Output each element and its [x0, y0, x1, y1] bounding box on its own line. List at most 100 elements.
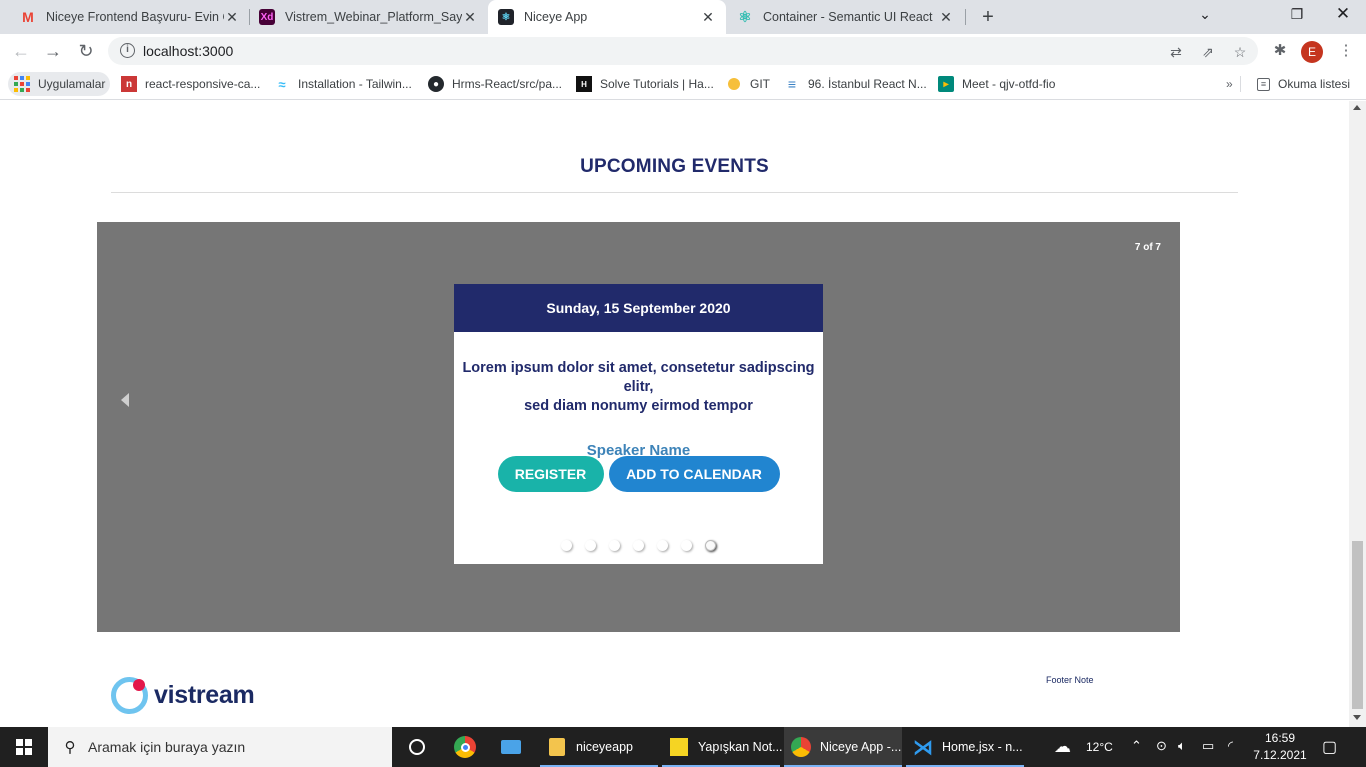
bookmark-tailwind[interactable]: ≈ Installation - Tailwin... — [274, 74, 412, 94]
carousel-dot[interactable] — [585, 540, 596, 551]
bookmark-label: Installation - Tailwin... — [298, 77, 412, 91]
carousel-dot-active[interactable] — [705, 540, 716, 551]
restore-window-icon[interactable]: ❐ — [1274, 0, 1320, 30]
chrome-icon[interactable] — [452, 727, 478, 767]
taskbar-app-label: Yapışkan Not... — [698, 740, 783, 754]
taskbar-app-label: niceyeapp — [576, 740, 633, 754]
clock-time[interactable]: 16:59 — [1254, 731, 1306, 745]
github-icon: ● — [428, 76, 444, 92]
taskbar-app-vscode[interactable]: ⋊ Home.jsx - n... — [906, 727, 1024, 767]
tab-search-chevron-icon[interactable]: ⌄ — [1182, 0, 1228, 30]
event-card: Sunday, 15 September 2020 Lorem ipsum do… — [454, 284, 823, 564]
bookmark-solve-tutorials[interactable]: H Solve Tutorials | Ha... — [576, 74, 714, 94]
scroll-down-icon[interactable] — [1353, 715, 1361, 720]
adobe-xd-icon: Xd — [259, 9, 275, 25]
scroll-up-icon[interactable] — [1353, 105, 1361, 110]
bookmark-apps[interactable]: Uygulamalar — [14, 74, 105, 94]
clock-date[interactable]: 7.12.2021 — [1250, 748, 1310, 762]
weather-cloud-icon[interactable]: ☁ — [1054, 737, 1071, 757]
taskbar-app-label: Home.jsx - n... — [942, 740, 1023, 754]
taskbar-app-explorer[interactable]: niceyeapp — [540, 727, 658, 767]
prev-arrow-icon[interactable] — [121, 393, 129, 407]
reload-icon[interactable]: ↻ — [74, 39, 98, 63]
page-scrollbar[interactable] — [1349, 101, 1366, 727]
browser-tab-semantic[interactable]: ⚛ Container - Semantic UI React ✕ — [726, 0, 964, 34]
browser-tab-niceye[interactable]: ⚛ Niceye App ✕ — [488, 0, 726, 34]
start-button[interactable] — [0, 727, 48, 767]
wifi-icon[interactable]: ◜ — [1228, 738, 1233, 754]
taskbar-search[interactable]: ⚲ Aramak için buraya yazın — [48, 727, 392, 767]
browser-tab-strip: M Niceye Frontend Başvuru- Evin Ö ✕ Xd V… — [0, 0, 1366, 34]
carousel-dot[interactable] — [633, 540, 644, 551]
event-description: Lorem ipsum dolor sit amet, consetetur s… — [454, 359, 823, 416]
bookmark-star-icon[interactable]: ☆ — [1232, 44, 1248, 60]
close-icon[interactable]: ✕ — [462, 9, 478, 26]
bookmarks-bar: Uygulamalar n react-responsive-ca... ≈ I… — [0, 68, 1366, 100]
slide-counter: 7 of 7 — [1134, 242, 1161, 253]
close-icon[interactable]: ✕ — [700, 9, 716, 26]
share-icon[interactable]: ⇗ — [1200, 44, 1216, 60]
forward-icon[interactable]: → — [41, 39, 65, 63]
carousel-dot[interactable] — [681, 540, 692, 551]
bookmark-react-responsive[interactable]: n react-responsive-ca... — [121, 74, 260, 94]
react-icon: ⚛ — [738, 9, 752, 26]
google-meet-icon: ▸ — [938, 76, 954, 92]
cortana-icon[interactable] — [404, 727, 430, 767]
register-button[interactable]: REGISTER — [497, 456, 604, 492]
add-to-calendar-button[interactable]: ADD TO CALENDAR — [608, 456, 780, 492]
tab-title: Vistrem_Webinar_Platform_Sayfa — [285, 10, 462, 24]
bookmark-divider — [1240, 76, 1241, 92]
tray-chevron-up-icon[interactable]: ⌃ — [1131, 738, 1142, 754]
meet-now-icon[interactable]: ⊙ — [1156, 738, 1167, 754]
carousel-dots — [454, 540, 823, 551]
battery-icon[interactable]: ▭ — [1202, 738, 1214, 754]
tab-title: Niceye App — [524, 10, 588, 24]
browser-tab-gmail[interactable]: M Niceye Frontend Başvuru- Evin Ö ✕ — [0, 0, 250, 34]
carousel-dot[interactable] — [657, 540, 668, 551]
tab-divider — [965, 9, 966, 25]
event-description-line: Lorem ipsum dolor sit amet, consetetur s… — [462, 360, 815, 395]
close-window-icon[interactable]: ✕ — [1320, 0, 1366, 30]
bookmark-meet[interactable]: ▸ Meet - qjv-otfd-fio — [938, 74, 1055, 94]
info-icon[interactable]: i — [120, 43, 135, 58]
close-icon[interactable]: ✕ — [224, 9, 240, 26]
taskbar-app-sticky-notes[interactable]: Yapışkan Not... — [662, 727, 783, 767]
scrollbar-thumb[interactable] — [1352, 541, 1363, 709]
notifications-icon[interactable]: ▢ — [1322, 737, 1337, 757]
reading-list-button[interactable]: ≡ Okuma listesi — [1257, 74, 1350, 94]
event-description-line: sed diam nonumy eirmod tempor — [524, 398, 753, 414]
taskbar-app-chrome[interactable]: Niceye App -... — [784, 727, 902, 767]
bookmark-istanbul-react[interactable]: ≡ 96. İstanbul React N... — [784, 74, 927, 94]
back-icon[interactable]: ← — [9, 39, 33, 63]
folder-dot-icon — [726, 76, 742, 92]
translate-icon[interactable]: ⇄ — [1168, 44, 1184, 60]
new-tab-button[interactable]: + — [976, 5, 1000, 29]
bookmarks-overflow-icon[interactable]: » — [1226, 74, 1233, 94]
title-divider — [111, 192, 1238, 193]
extensions-puzzle-icon[interactable]: ✱ — [1270, 41, 1290, 61]
bookmark-git[interactable]: GIT — [726, 74, 770, 94]
tab-title: Niceye Frontend Başvuru- Evin Ö — [46, 10, 224, 24]
event-date: Sunday, 15 September 2020 — [454, 284, 823, 332]
close-icon[interactable]: ✕ — [938, 9, 954, 26]
events-carousel: 7 of 7 Sunday, 15 September 2020 Lorem i… — [97, 222, 1180, 632]
sticky-notes-icon — [668, 736, 690, 758]
url-text[interactable]: localhost:3000 — [143, 43, 233, 59]
pc-icon[interactable] — [498, 727, 524, 767]
carousel-dot[interactable] — [561, 540, 572, 551]
reading-list-icon: ≡ — [1257, 77, 1270, 91]
search-icon: ⚲ — [64, 739, 76, 756]
address-bar[interactable]: i localhost:3000 ⇄ ⇗ ☆ — [108, 37, 1258, 65]
weather-temp[interactable]: 12°C — [1086, 740, 1113, 754]
folder-icon — [546, 736, 568, 758]
volume-icon[interactable]: 🔈︎ — [1178, 738, 1186, 754]
page-viewport: UPCOMING EVENTS 7 of 7 Sunday, 15 Septem… — [0, 101, 1349, 727]
bookmark-label: Meet - qjv-otfd-fio — [962, 77, 1056, 91]
bookmark-label: GIT — [750, 77, 770, 91]
menu-kebab-icon[interactable]: ⋮ — [1336, 41, 1356, 61]
profile-avatar[interactable]: E — [1301, 41, 1323, 63]
bookmark-hrms[interactable]: ● Hrms-React/src/pa... — [428, 74, 562, 94]
carousel-dot[interactable] — [609, 540, 620, 551]
npm-icon: n — [121, 76, 137, 92]
browser-tab-xd[interactable]: Xd Vistrem_Webinar_Platform_Sayfa ✕ — [250, 0, 488, 34]
